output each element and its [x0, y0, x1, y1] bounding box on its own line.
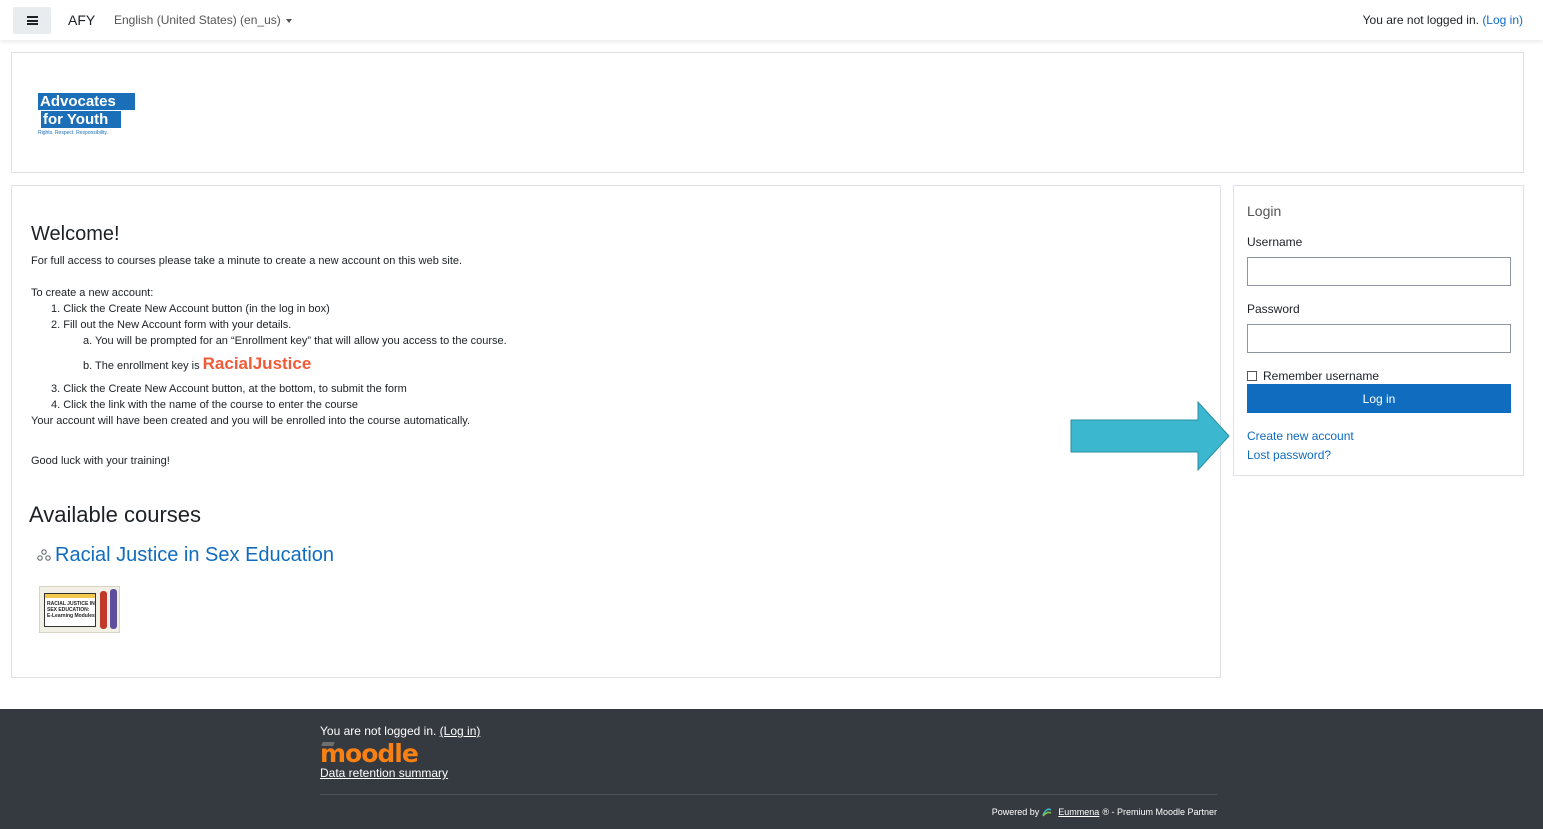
welcome-title: Welcome!	[31, 223, 120, 245]
main-content: Welcome! For full access to courses plea…	[11, 185, 1221, 678]
data-retention-link[interactable]: Data retention summary	[320, 766, 448, 780]
course-item: Racial Justice in Sex Education	[37, 544, 334, 567]
site-logo[interactable]: Advocates for Youth Rights. Respect. Res…	[38, 93, 135, 136]
partner-text: ® - Premium Moodle Partner	[1102, 807, 1217, 817]
step-1: 1. Click the Create New Account button (…	[51, 303, 330, 315]
caret-down-icon	[285, 18, 292, 23]
powered-by-text: Powered by	[991, 807, 1040, 817]
moodle-logo[interactable]: moodle	[320, 739, 419, 768]
remember-label: Remember username	[1263, 369, 1380, 383]
top-navbar: AFY English (United States) (en_us) You …	[0, 0, 1543, 40]
callout-arrow-icon	[1070, 400, 1230, 472]
step-2a: a. You will be prompted for an “Enrollme…	[83, 335, 507, 347]
course-thumbnail[interactable]: RACIAL JUSTICE IN SEX EDUCATION: E-Learn…	[39, 586, 120, 633]
logo-line2: for Youth	[41, 111, 121, 128]
login-status-text: You are not logged in.	[1362, 13, 1479, 27]
step-2: 2. Fill out the New Account form with yo…	[51, 319, 292, 331]
good-luck-text: Good luck with your training!	[31, 455, 170, 467]
powered-by: Powered by Eummena ® - Premium Moodle Pa…	[992, 807, 1217, 817]
footer-divider	[320, 794, 1217, 795]
create-heading: To create a new account:	[31, 287, 154, 299]
username-label: Username	[1247, 235, 1303, 249]
create-account-link[interactable]: Create new account	[1247, 429, 1354, 443]
eummena-icon	[1042, 808, 1052, 817]
remember-username[interactable]: Remember username	[1247, 369, 1379, 383]
login-title: Login	[1247, 203, 1282, 219]
eummena-link[interactable]: Eummena	[1058, 807, 1099, 817]
login-status: You are not logged in. (Log in)	[1363, 13, 1523, 27]
step-2b: b. The enrollment key is RacialJustice	[31, 349, 507, 381]
intro-text: For full access to courses please take a…	[31, 255, 463, 267]
login-block: Login Username Password Remember usernam…	[1233, 185, 1524, 476]
step-4: 4. Click the link with the name of the c…	[51, 399, 358, 411]
thumbnail-screen: RACIAL JUSTICE IN SEX EDUCATION: E-Learn…	[44, 593, 96, 627]
thumbnail-bar	[45, 594, 95, 598]
password-label: Password	[1247, 302, 1300, 316]
course-icon	[37, 548, 51, 561]
language-label: English (United States) (en_us)	[114, 13, 281, 27]
thumbnail-figure	[110, 589, 117, 629]
step-3: 3. Click the Create New Account button, …	[51, 383, 407, 395]
hamburger-icon	[26, 16, 38, 25]
site-brand[interactable]: AFY	[68, 12, 95, 28]
nav-login-link[interactable]: (Log in)	[1482, 13, 1523, 27]
username-input[interactable]	[1247, 257, 1511, 286]
available-courses-title: Available courses	[29, 502, 202, 527]
enrollment-key: RacialJustice	[202, 354, 312, 373]
instructions: To create a new account: 1. Click the Cr…	[31, 285, 507, 429]
footer-login-link[interactable]: (Log in)	[440, 724, 481, 738]
login-button[interactable]: Log in	[1247, 384, 1511, 413]
thumbnail-text: RACIAL JUSTICE IN SEX EDUCATION: E-Learn…	[47, 601, 95, 619]
logo-line1: Advocates	[38, 93, 135, 110]
outro-text: Your account will have been created and …	[31, 415, 471, 427]
thumbnail-figure	[100, 591, 107, 629]
footer-status-text: You are not logged in.	[320, 724, 437, 738]
footer-login-status: You are not logged in. (Log in)	[320, 724, 480, 738]
page-footer: You are not logged in. (Log in) moodle D…	[0, 709, 1543, 829]
logo-tagline: Rights. Respect. Responsibility.	[38, 130, 108, 136]
page-header: Advocates for Youth Rights. Respect. Res…	[11, 52, 1524, 173]
password-input[interactable]	[1247, 324, 1511, 353]
step-2b-prefix: b. The enrollment key is	[83, 360, 200, 372]
nav-drawer-toggle-button[interactable]	[13, 7, 51, 34]
lost-password-link[interactable]: Lost password?	[1247, 448, 1331, 462]
language-menu[interactable]: English (United States) (en_us)	[114, 13, 292, 27]
remember-checkbox[interactable]	[1247, 371, 1257, 381]
course-link[interactable]: Racial Justice in Sex Education	[55, 544, 334, 567]
